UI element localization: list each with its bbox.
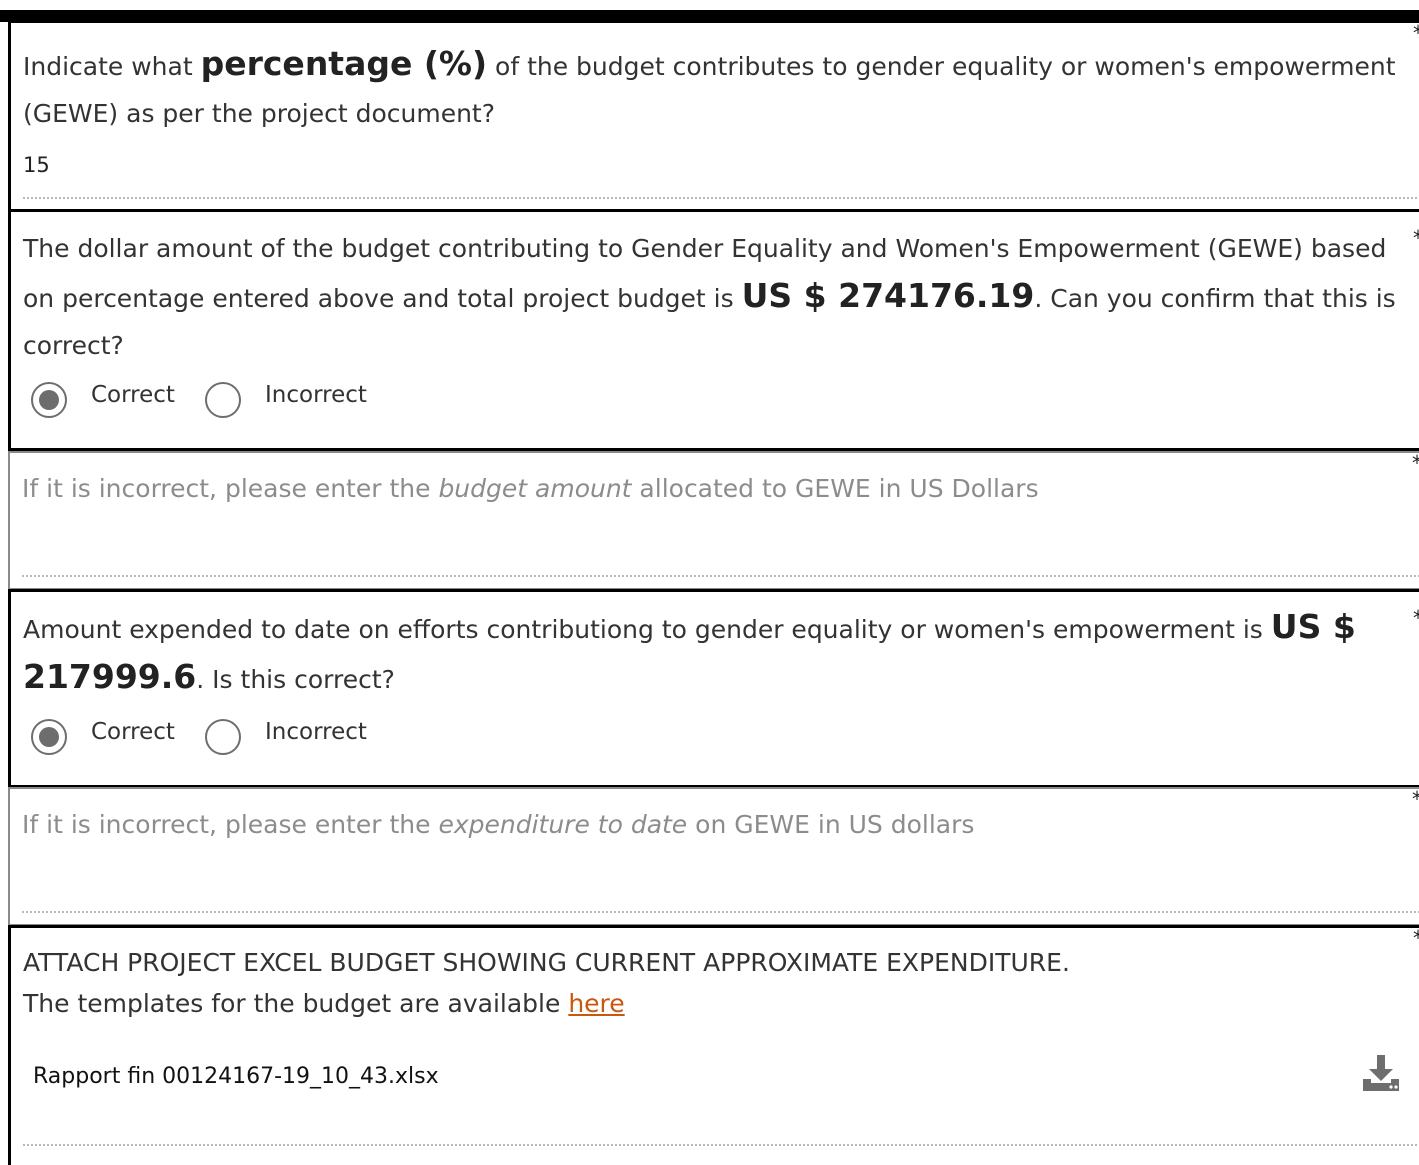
budget-amount-input[interactable] xyxy=(22,533,1412,569)
expenditure-amount-input[interactable] xyxy=(22,869,1412,905)
attachment-title: ATTACH PROJECT EXCEL BUDGET SHOWING CURR… xyxy=(23,948,1070,977)
required-asterisk: * xyxy=(1413,21,1419,45)
required-asterisk: * xyxy=(1412,451,1419,475)
download-icon[interactable] xyxy=(1361,1053,1401,1093)
question-text: Amount expended to date on efforts contr… xyxy=(23,607,1356,696)
question-text: The dollar amount of the budget contribu… xyxy=(23,234,1396,360)
question-gewe-percentage: * Indicate what percentage (%) of the bu… xyxy=(8,20,1419,212)
question-gewe-expenditure-confirm: * Amount expended to date on efforts con… xyxy=(8,589,1419,788)
question-budget-attachment: * ATTACH PROJECT EXCEL BUDGET SHOWING CU… xyxy=(8,925,1419,1165)
question-gewe-budget-amount: * If it is incorrect, please enter the b… xyxy=(8,451,1419,590)
templates-link[interactable]: here xyxy=(568,989,624,1018)
input-underline xyxy=(23,197,1419,199)
input-underline xyxy=(23,1144,1419,1146)
radio-incorrect[interactable] xyxy=(205,382,241,418)
radio-label-incorrect[interactable]: Incorrect xyxy=(265,382,367,408)
required-asterisk: * xyxy=(1413,926,1419,950)
radio-label-incorrect[interactable]: Incorrect xyxy=(265,719,367,745)
radio-label-correct[interactable]: Correct xyxy=(91,719,175,745)
required-asterisk: * xyxy=(1413,226,1419,250)
question-text: If it is incorrect, please enter the exp… xyxy=(22,810,975,839)
radio-correct[interactable] xyxy=(31,719,67,755)
radio-correct[interactable] xyxy=(31,382,67,418)
percentage-input[interactable]: 15 xyxy=(23,153,50,177)
required-asterisk: * xyxy=(1413,606,1419,630)
radio-selected-dot xyxy=(39,727,59,747)
radio-label-correct[interactable]: Correct xyxy=(91,382,175,408)
question-gewe-budget-confirm: * The dollar amount of the budget contri… xyxy=(8,209,1419,451)
radio-incorrect[interactable] xyxy=(205,719,241,755)
required-asterisk: * xyxy=(1412,787,1419,811)
question-gewe-expenditure-amount: * If it is incorrect, please enter the e… xyxy=(8,787,1419,926)
attached-file-name[interactable]: Rapport fin 00124167-19_10_43.xlsx xyxy=(33,1064,439,1089)
input-underline xyxy=(22,575,1419,577)
question-text: If it is incorrect, please enter the bud… xyxy=(22,474,1039,503)
radio-selected-dot xyxy=(39,390,59,410)
input-underline xyxy=(22,911,1419,913)
templates-text: The templates for the budget are availab… xyxy=(23,989,625,1018)
question-text: Indicate what percentage (%) of the budg… xyxy=(23,44,1396,128)
